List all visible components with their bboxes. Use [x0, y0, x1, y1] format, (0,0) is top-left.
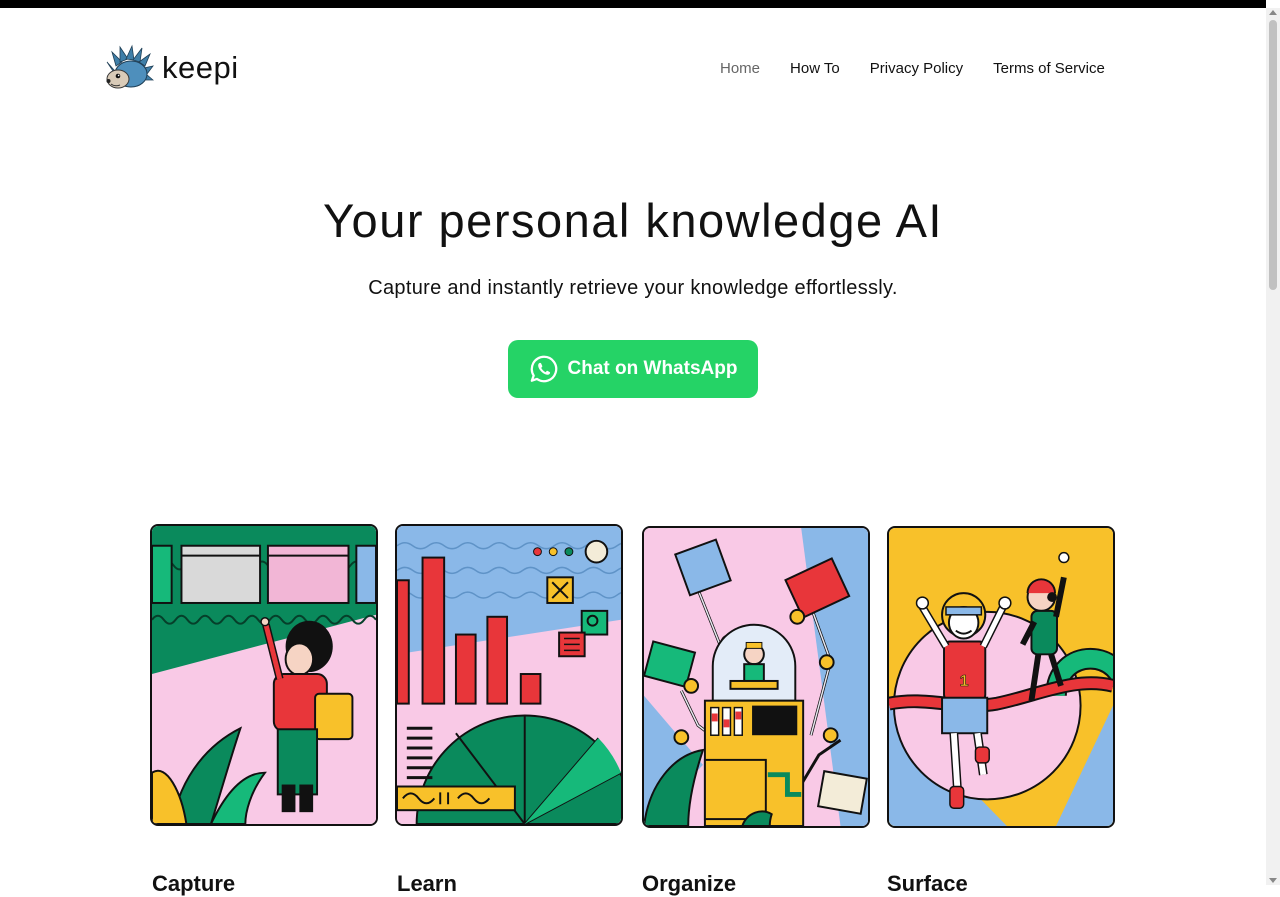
logo-link[interactable]: keepi [104, 44, 239, 94]
nav-home[interactable]: Home [720, 60, 760, 77]
feature-title-organize: Organize [642, 871, 737, 896]
feature-title-capture: Capture [152, 871, 236, 896]
feature-card-learn [395, 524, 623, 826]
feature-title-surface: Surface [887, 871, 968, 896]
hedgehog-logo-icon [106, 44, 154, 89]
surface-illustration: 1 [889, 528, 1113, 826]
nav-terms-of-service[interactable]: Terms of Service [993, 60, 1105, 77]
scroll-up-icon[interactable] [1269, 10, 1277, 15]
scrollbar[interactable] [1266, 8, 1280, 885]
hero-title: Your personal knowledge AI [323, 194, 943, 247]
feature-title-learn: Learn [397, 871, 457, 896]
browser-top-bar [0, 0, 1266, 8]
hero-subtitle: Capture and instantly retrieve your know… [368, 277, 898, 299]
feature-card-capture [150, 524, 378, 826]
feature-card-surface: 1 [887, 526, 1115, 828]
feature-card-organize [642, 526, 870, 828]
main-nav: Home How To Privacy Policy Terms of Serv… [720, 60, 1105, 77]
svg-text:1: 1 [960, 673, 969, 690]
scrollbar-thumb[interactable] [1269, 20, 1277, 290]
nav-privacy-policy[interactable]: Privacy Policy [870, 60, 963, 77]
brand-name: keepi [162, 49, 239, 85]
learn-illustration [397, 526, 621, 824]
chat-on-whatsapp-button[interactable]: Chat on WhatsApp [508, 340, 758, 398]
capture-illustration [152, 526, 376, 824]
cta-label: Chat on WhatsApp [567, 358, 738, 379]
nav-how-to[interactable]: How To [790, 60, 840, 77]
scroll-down-icon[interactable] [1269, 878, 1277, 883]
organize-illustration [644, 528, 868, 826]
whatsapp-icon [530, 355, 557, 383]
